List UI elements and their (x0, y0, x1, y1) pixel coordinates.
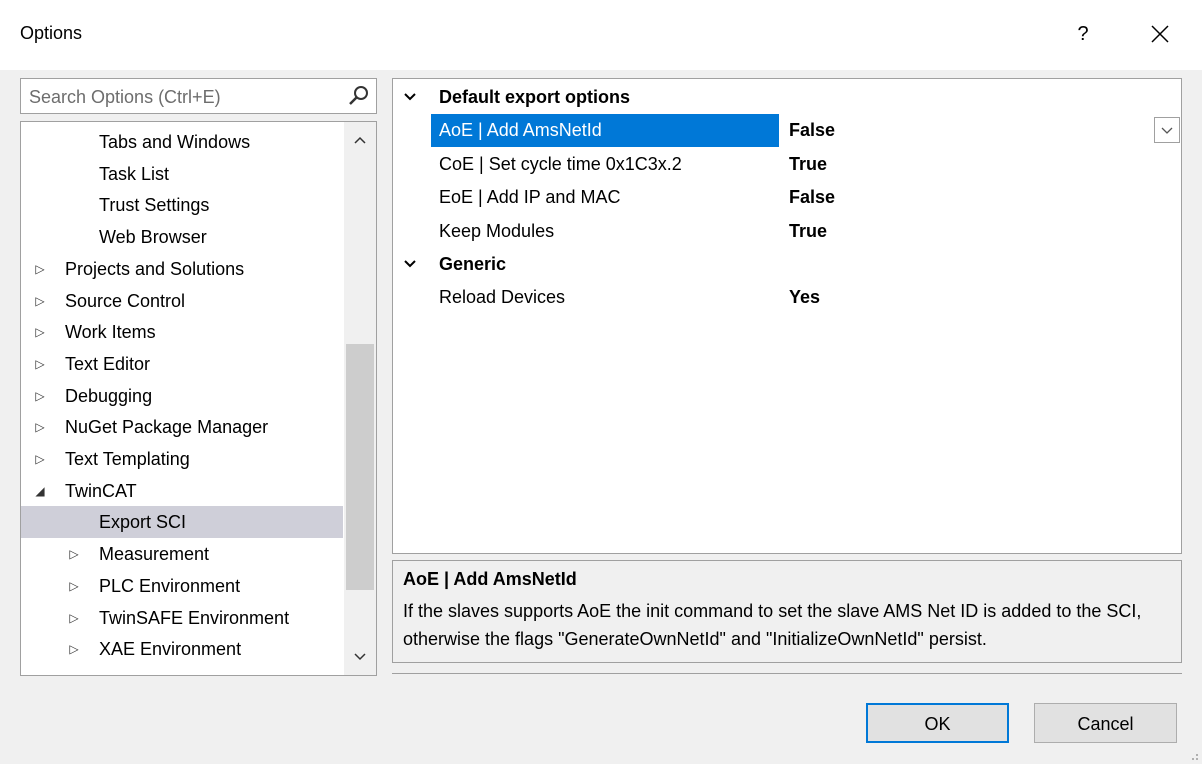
scrollbar-thumb[interactable] (346, 344, 374, 590)
chevron-down-icon[interactable] (403, 258, 417, 270)
value-dropdown-button[interactable] (1154, 117, 1180, 143)
property-row[interactable]: EoE | Add IP and MAC False (431, 181, 1171, 214)
property-category[interactable]: Default export options (393, 81, 1173, 113)
property-name: AoE | Add AmsNetId (431, 114, 779, 147)
tree-item-label: Export SCI (99, 512, 187, 533)
tree-item-label: Debugging (65, 385, 153, 406)
tree-item[interactable]: ◢ TwinCAT (21, 475, 343, 507)
tree-item-label: Task List (99, 163, 170, 184)
close-icon (1151, 25, 1169, 43)
search-icon[interactable] (348, 85, 370, 107)
search-input[interactable] (29, 85, 339, 109)
property-value[interactable]: True (789, 215, 827, 248)
tree-item[interactable]: Web Browser (21, 221, 343, 253)
collapsed-triangle-icon[interactable]: ▷ (67, 633, 81, 665)
collapsed-triangle-icon[interactable]: ▷ (33, 348, 47, 380)
description-text: If the slaves supports AoE the init comm… (403, 601, 1142, 649)
tree-item-label: Work Items (65, 322, 156, 343)
tree-item[interactable]: ▷ TwinSAFE Environment (21, 602, 343, 634)
window-title: Options (20, 23, 83, 43)
chevron-down-icon[interactable] (403, 91, 417, 103)
collapsed-triangle-icon[interactable]: ▷ (67, 602, 81, 634)
tree-item[interactable]: Trust Settings (21, 189, 343, 221)
tree-item[interactable]: ▷ Text Editor (21, 348, 343, 380)
tree-item-label: Text Editor (65, 353, 151, 374)
property-value[interactable]: Yes (789, 281, 820, 314)
help-button[interactable]: ? (1063, 16, 1103, 52)
property-row[interactable]: Reload Devices Yes (431, 281, 1171, 314)
tree-item[interactable]: ▷ Debugging (21, 380, 343, 412)
collapsed-triangle-icon[interactable]: ▷ (67, 538, 81, 570)
tree-item-label: TwinCAT (65, 480, 137, 501)
tree-item-label: Tabs and Windows (99, 132, 251, 152)
tree-item-label: Trust Settings (99, 195, 210, 216)
expanded-triangle-icon[interactable]: ◢ (33, 475, 47, 507)
tree-item-label: XAE Environment (99, 639, 242, 660)
search-box[interactable] (20, 78, 377, 114)
property-row[interactable]: CoE | Set cycle time 0x1C3x.2 True (431, 148, 1171, 181)
divider (392, 673, 1182, 674)
property-category[interactable]: Generic (393, 248, 1173, 280)
property-row[interactable]: AoE | Add AmsNetId False (431, 114, 1171, 147)
property-name: Keep Modules (439, 220, 555, 241)
title-bar: Options ? (0, 0, 1202, 70)
description-panel: AoE | Add AmsNetId If the slaves support… (392, 560, 1182, 663)
ok-button[interactable]: OK (866, 703, 1009, 743)
tree-item-label: Measurement (99, 544, 210, 565)
property-name: Reload Devices (439, 287, 566, 307)
chevron-down-icon[interactable] (344, 641, 376, 673)
tree-item[interactable]: ▷ Projects and Solutions (21, 253, 343, 285)
tree-item[interactable]: ▷ Measurement (21, 538, 343, 570)
chevron-down-icon (1161, 127, 1173, 134)
tree-item-label: NuGet Package Manager (65, 417, 269, 438)
tree-item[interactable]: ▷ Source Control (21, 285, 343, 317)
collapsed-triangle-icon[interactable]: ▷ (33, 285, 47, 317)
tree-item[interactable]: ▷ XAE Environment (21, 633, 343, 665)
category-label: Generic (439, 254, 507, 274)
tree-item-label: TwinSAFE Environment (99, 607, 290, 628)
tree-item[interactable]: ▷ PLC Environment (21, 570, 343, 602)
property-value[interactable]: False (789, 114, 835, 147)
tree-item[interactable]: ▷ Text Templating (21, 443, 343, 475)
chevron-up-icon[interactable] (344, 124, 376, 156)
property-value[interactable]: False (789, 181, 835, 214)
property-grid[interactable]: Default export options AoE | Add AmsNetId… (392, 78, 1182, 554)
property-value[interactable]: True (789, 148, 827, 181)
cancel-button[interactable]: Cancel (1034, 703, 1177, 743)
property-name: EoE | Add IP and MAC (439, 187, 621, 207)
tree-scrollbar[interactable] (344, 122, 376, 675)
options-tree[interactable]: Tabs and Windows Task List Trust Settings W… (20, 121, 377, 676)
description-title: AoE | Add AmsNetId (403, 569, 577, 589)
collapsed-triangle-icon[interactable]: ▷ (33, 411, 47, 443)
collapsed-triangle-icon[interactable]: ▷ (33, 443, 47, 475)
collapsed-triangle-icon[interactable]: ▷ (33, 316, 47, 348)
collapsed-triangle-icon[interactable]: ▷ (33, 380, 47, 412)
resize-grip-icon[interactable] (1186, 748, 1200, 762)
property-row[interactable]: Keep Modules True (431, 215, 1171, 248)
tree-item[interactable]: ▷ Work Items (21, 316, 343, 348)
tree-item-label: Web Browser (99, 227, 207, 248)
collapsed-triangle-icon[interactable]: ▷ (67, 570, 81, 602)
property-name: CoE | Set cycle time 0x1C3x.2 (439, 153, 682, 174)
category-label: Default export options (439, 87, 631, 107)
tree-item-label: PLC Environment (99, 575, 241, 596)
tree-item-label: Source Control (65, 290, 186, 311)
tree-item-label: Projects and Solutions (65, 258, 245, 279)
tree-item[interactable]: Tabs and Windows (21, 126, 343, 158)
tree-item[interactable]: ▷ NuGet Package Manager (21, 411, 343, 443)
tree-item[interactable]: Export SCI (21, 506, 343, 539)
tree-item[interactable]: Task List (21, 158, 343, 190)
collapsed-triangle-icon[interactable]: ▷ (33, 253, 47, 285)
close-button[interactable] (1140, 16, 1180, 52)
tree-item-label: Text Templating (65, 449, 190, 469)
